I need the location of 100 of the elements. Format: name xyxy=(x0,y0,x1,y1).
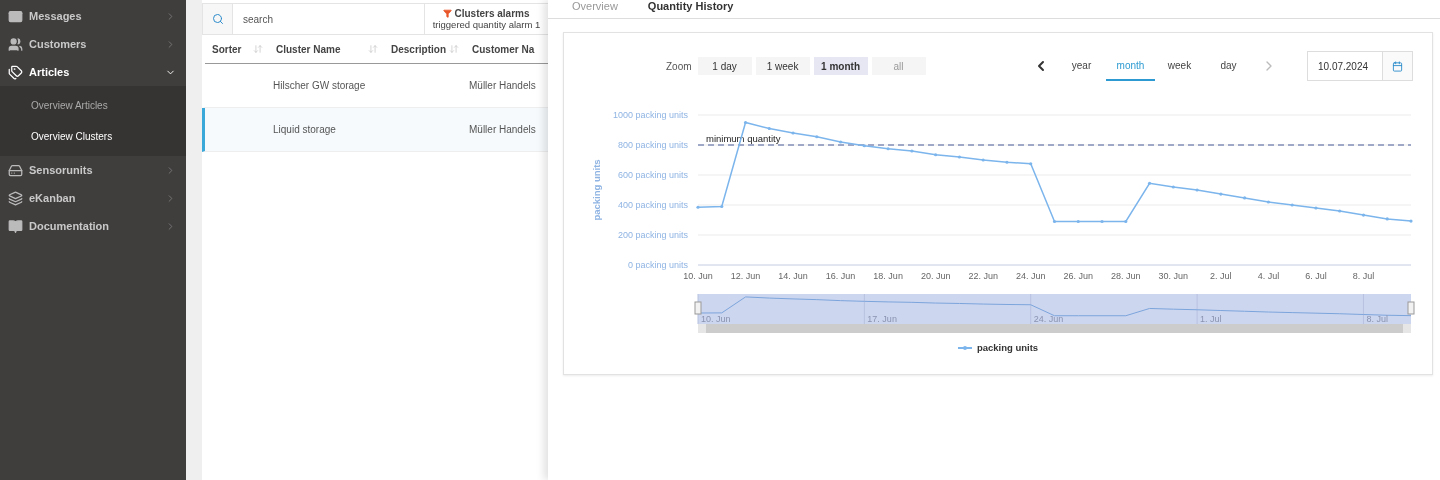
zoom-button[interactable]: 1 week xyxy=(755,57,810,75)
legend-label: packing units xyxy=(976,342,1039,353)
minimum-quantity-label: minimum quantity xyxy=(706,133,781,144)
sort-icon xyxy=(253,44,263,54)
table-cell-text: Hilscher GW storage xyxy=(272,80,367,91)
sidebar-item[interactable]: Articles xyxy=(0,58,186,86)
scroll-left-button[interactable] xyxy=(698,324,706,333)
y-tick-label: 200 packing units xyxy=(617,230,688,240)
sidebar-item[interactable]: eKanban xyxy=(0,184,186,212)
data-point xyxy=(862,144,866,148)
x-tick-label: 24. Jun xyxy=(1015,271,1046,281)
submenu-item[interactable]: Overview Articles xyxy=(0,90,186,121)
data-point xyxy=(1338,209,1342,213)
column-header[interactable]: Cluster Name xyxy=(269,43,384,55)
data-point xyxy=(1219,192,1223,196)
range-handle[interactable] xyxy=(1407,301,1415,315)
data-point xyxy=(981,158,985,162)
data-point xyxy=(1124,219,1128,224)
zoom-label: Zoom xyxy=(666,60,692,72)
sidebar-icon xyxy=(8,8,23,24)
data-point xyxy=(1290,203,1294,207)
navigator-range[interactable] xyxy=(698,294,1411,324)
period-tab[interactable]: day xyxy=(1204,51,1253,81)
x-tick-label: 10. Jun xyxy=(683,271,713,281)
x-tick-label: 28. Jun xyxy=(1111,271,1141,281)
data-point xyxy=(815,135,819,139)
data-point xyxy=(957,155,962,159)
sidebar-item[interactable]: Messages xyxy=(0,2,186,30)
data-point xyxy=(839,140,843,144)
x-tick-label: 8. Jul xyxy=(1352,271,1375,281)
period-tab[interactable]: year xyxy=(1057,51,1106,81)
sidebar-icon xyxy=(8,162,23,178)
sort-icon xyxy=(449,44,459,54)
data-point xyxy=(1314,206,1318,210)
filter-subtitle: triggered quantity alarm 1 xyxy=(432,19,541,30)
scroll-right-button[interactable] xyxy=(1403,324,1411,333)
column-header[interactable]: Description xyxy=(384,43,465,55)
sidebar-item[interactable]: Sensorunits xyxy=(0,156,186,184)
data-point xyxy=(767,126,771,131)
filter-title: Clusters alarms xyxy=(454,8,530,19)
navigator-date-label: 24. Jun xyxy=(1033,314,1064,324)
sidebar-icon xyxy=(8,190,23,206)
x-tick-label: 12. Jun xyxy=(730,271,761,281)
filter-icon xyxy=(443,9,453,18)
data-point xyxy=(1266,200,1270,204)
table-cell-text: Müller Handels xyxy=(468,80,537,91)
calendar-button[interactable] xyxy=(1383,51,1413,81)
table-cell-text: Liquid storage xyxy=(272,124,337,135)
sidebar-item[interactable]: Customers xyxy=(0,30,186,58)
x-tick-label: 14. Jun xyxy=(778,271,808,281)
data-point xyxy=(886,147,890,151)
x-tick-label: 20. Jun xyxy=(920,271,951,281)
tab[interactable]: Quantity History xyxy=(647,0,734,12)
zoom-button[interactable]: 1 day xyxy=(697,57,752,75)
zoom-button[interactable]: 1 month xyxy=(813,57,868,75)
data-point xyxy=(696,205,700,209)
sidebar-icon xyxy=(8,36,23,52)
range-handle[interactable] xyxy=(694,301,702,315)
data-point xyxy=(1409,219,1413,223)
search-button[interactable] xyxy=(202,3,233,35)
alarm-filter[interactable]: Clusters alarms triggered quantity alarm 1 xyxy=(425,3,548,35)
data-point xyxy=(1243,196,1247,200)
y-tick-label: 400 packing units xyxy=(617,200,688,210)
x-tick-label: 4. Jul xyxy=(1257,271,1280,281)
data-point xyxy=(910,149,914,153)
data-point xyxy=(1385,217,1389,221)
data-point xyxy=(791,131,795,135)
data-point xyxy=(934,153,938,157)
submenu-item[interactable]: Overview Clusters xyxy=(0,121,186,152)
data-point xyxy=(743,120,748,125)
x-tick-label: 30. Jun xyxy=(1158,271,1189,281)
data-point xyxy=(1147,181,1152,185)
calendar-icon xyxy=(1392,60,1403,72)
x-tick-label: 18. Jun xyxy=(873,271,903,281)
data-point xyxy=(720,204,724,209)
x-tick-label: 22. Jun xyxy=(968,271,998,281)
x-tick-label: 6. Jul xyxy=(1305,271,1327,281)
sidebar-icon xyxy=(8,64,23,80)
legend-line-icon xyxy=(957,344,972,351)
data-point xyxy=(1005,160,1009,164)
y-tick-label: 0 packing units xyxy=(627,260,688,270)
navigator-date-label: 17. Jun xyxy=(867,314,897,324)
period-tab[interactable]: week xyxy=(1155,51,1204,81)
sidebar-item[interactable]: Documentation xyxy=(0,212,186,240)
search-field[interactable]: search xyxy=(233,3,425,35)
column-header[interactable]: Customer Na xyxy=(465,43,548,55)
sort-icon xyxy=(368,44,378,54)
navigator-date-label: 8. Jul xyxy=(1366,314,1388,324)
data-point xyxy=(1052,219,1057,224)
table-row[interactable]: Liquid storage Müller Handels xyxy=(202,108,548,152)
data-point xyxy=(1195,188,1199,192)
column-header[interactable]: Sorter xyxy=(205,43,269,55)
sidebar-icon xyxy=(8,218,23,234)
data-point xyxy=(1171,185,1175,189)
x-tick-label: 26. Jun xyxy=(1063,271,1094,281)
data-point xyxy=(1361,213,1366,217)
navigator-date-label: 10. Jun xyxy=(701,314,731,324)
y-tick-label: 600 packing units xyxy=(617,170,688,180)
y-axis-title: packing units xyxy=(591,159,602,221)
date-field[interactable]: 10.07.2024 xyxy=(1307,51,1383,81)
